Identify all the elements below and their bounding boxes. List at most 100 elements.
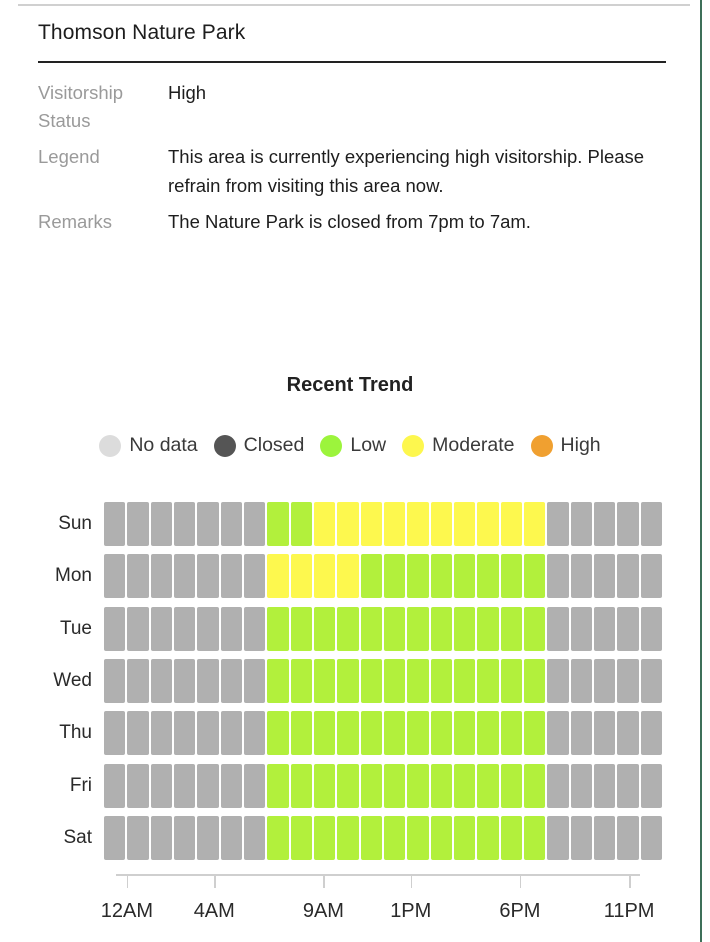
heatmap-cell[interactable]	[523, 659, 546, 704]
heatmap-cell[interactable]	[127, 606, 149, 651]
heatmap-cell[interactable]	[407, 502, 429, 547]
heatmap-cell[interactable]	[640, 815, 662, 860]
heatmap-cell[interactable]	[430, 606, 452, 651]
heatmap-cell[interactable]	[197, 763, 219, 808]
heatmap-cell[interactable]	[290, 502, 312, 547]
heatmap-cell[interactable]	[407, 815, 429, 860]
heatmap-cell[interactable]	[500, 711, 522, 756]
heatmap-cell[interactable]	[127, 815, 149, 860]
heatmap-cell[interactable]	[593, 606, 616, 651]
heatmap-cell[interactable]	[313, 554, 336, 599]
heatmap-cell[interactable]	[453, 711, 476, 756]
heatmap-cell[interactable]	[477, 815, 499, 860]
heatmap-cell[interactable]	[640, 606, 662, 651]
heatmap-cell[interactable]	[547, 659, 569, 704]
heatmap-cell[interactable]	[104, 711, 126, 756]
heatmap-cell[interactable]	[570, 815, 592, 860]
heatmap-cell[interactable]	[500, 606, 522, 651]
heatmap-cell[interactable]	[547, 711, 569, 756]
heatmap-cell[interactable]	[570, 554, 592, 599]
heatmap-cell[interactable]	[407, 763, 429, 808]
heatmap-cell[interactable]	[337, 606, 359, 651]
heatmap-cell[interactable]	[267, 711, 289, 756]
heatmap-cell[interactable]	[453, 554, 476, 599]
heatmap-cell[interactable]	[290, 763, 312, 808]
heatmap-cell[interactable]	[290, 554, 312, 599]
heatmap-cell[interactable]	[570, 711, 592, 756]
heatmap-cell[interactable]	[267, 554, 289, 599]
heatmap-cell[interactable]	[243, 659, 266, 704]
heatmap-cell[interactable]	[383, 554, 406, 599]
heatmap-cell[interactable]	[173, 606, 196, 651]
heatmap-cell[interactable]	[523, 502, 546, 547]
heatmap-cell[interactable]	[430, 815, 452, 860]
heatmap-cell[interactable]	[197, 502, 219, 547]
heatmap-cell[interactable]	[547, 502, 569, 547]
heatmap-cell[interactable]	[197, 659, 219, 704]
heatmap-cell[interactable]	[173, 502, 196, 547]
heatmap-cell[interactable]	[453, 606, 476, 651]
heatmap-cell[interactable]	[617, 711, 639, 756]
heatmap-cell[interactable]	[360, 763, 382, 808]
heatmap-cell[interactable]	[430, 711, 452, 756]
heatmap-cell[interactable]	[127, 554, 149, 599]
heatmap-cell[interactable]	[313, 763, 336, 808]
heatmap-cell[interactable]	[360, 502, 382, 547]
heatmap-cell[interactable]	[220, 659, 242, 704]
heatmap-cell[interactable]	[523, 711, 546, 756]
heatmap-cell[interactable]	[500, 502, 522, 547]
heatmap-cell[interactable]	[383, 502, 406, 547]
heatmap-cell[interactable]	[453, 659, 476, 704]
heatmap-cell[interactable]	[453, 502, 476, 547]
heatmap-cell[interactable]	[243, 815, 266, 860]
heatmap-cell[interactable]	[640, 554, 662, 599]
heatmap-cell[interactable]	[383, 606, 406, 651]
heatmap-cell[interactable]	[617, 659, 639, 704]
heatmap-cell[interactable]	[477, 711, 499, 756]
heatmap-cell[interactable]	[220, 606, 242, 651]
heatmap-cell[interactable]	[313, 659, 336, 704]
heatmap-cell[interactable]	[337, 554, 359, 599]
heatmap-cell[interactable]	[640, 711, 662, 756]
heatmap-cell[interactable]	[337, 711, 359, 756]
heatmap-cell[interactable]	[127, 659, 149, 704]
heatmap-cell[interactable]	[360, 659, 382, 704]
heatmap-cell[interactable]	[407, 606, 429, 651]
heatmap-cell[interactable]	[104, 659, 126, 704]
heatmap-cell[interactable]	[290, 711, 312, 756]
heatmap-cell[interactable]	[570, 606, 592, 651]
heatmap-cell[interactable]	[500, 554, 522, 599]
heatmap-cell[interactable]	[197, 606, 219, 651]
heatmap-cell[interactable]	[617, 763, 639, 808]
heatmap-cell[interactable]	[547, 606, 569, 651]
heatmap-cell[interactable]	[220, 815, 242, 860]
heatmap-cell[interactable]	[593, 659, 616, 704]
heatmap-cell[interactable]	[500, 659, 522, 704]
heatmap-cell[interactable]	[173, 711, 196, 756]
heatmap-cell[interactable]	[430, 554, 452, 599]
heatmap-cell[interactable]	[383, 711, 406, 756]
heatmap-cell[interactable]	[173, 659, 196, 704]
heatmap-cell[interactable]	[430, 659, 452, 704]
heatmap-cell[interactable]	[360, 711, 382, 756]
heatmap-cell[interactable]	[523, 763, 546, 808]
heatmap-cell[interactable]	[337, 659, 359, 704]
heatmap-cell[interactable]	[523, 554, 546, 599]
heatmap-cell[interactable]	[407, 659, 429, 704]
heatmap-cell[interactable]	[243, 554, 266, 599]
heatmap-cell[interactable]	[104, 606, 126, 651]
heatmap-cell[interactable]	[313, 711, 336, 756]
heatmap-cell[interactable]	[127, 763, 149, 808]
heatmap-cell[interactable]	[197, 554, 219, 599]
heatmap-cell[interactable]	[267, 659, 289, 704]
heatmap-cell[interactable]	[523, 815, 546, 860]
heatmap-cell[interactable]	[313, 606, 336, 651]
heatmap-cell[interactable]	[383, 815, 406, 860]
heatmap-cell[interactable]	[197, 815, 219, 860]
heatmap-cell[interactable]	[290, 815, 312, 860]
heatmap-cell[interactable]	[593, 763, 616, 808]
heatmap-cell[interactable]	[313, 502, 336, 547]
heatmap-cell[interactable]	[360, 554, 382, 599]
heatmap-cell[interactable]	[337, 763, 359, 808]
heatmap-cell[interactable]	[197, 711, 219, 756]
